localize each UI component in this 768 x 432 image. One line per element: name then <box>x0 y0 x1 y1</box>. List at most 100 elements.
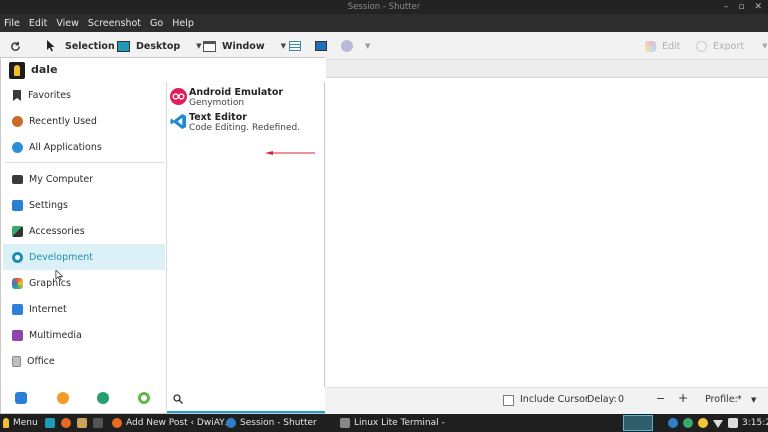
delay-value[interactable]: 0 <box>618 394 624 405</box>
selection-button[interactable]: Selection <box>46 32 115 60</box>
desktop-label: Desktop <box>136 40 181 52</box>
web-capture-button[interactable]: ▼ <box>341 32 370 60</box>
app-android-emulator[interactable]: Android Emulator Genymotion <box>167 85 325 109</box>
mouse-pointer-icon <box>55 270 63 281</box>
shutter-tray-icon[interactable] <box>683 418 693 428</box>
category-development[interactable]: Development <box>3 244 165 270</box>
clock[interactable]: 3:15:29 <box>742 414 768 432</box>
category-multimedia[interactable]: Multimedia <box>3 322 165 348</box>
minimize-button[interactable]: – <box>724 0 729 14</box>
taskbar: Menu Add New Post ‹ DwiAY… Session - Shu… <box>0 414 768 432</box>
category-label: Internet <box>29 303 67 315</box>
delay-label: Delay: <box>587 394 617 405</box>
taskbar-menu-label: Menu <box>13 418 38 428</box>
include-cursor-checkbox[interactable] <box>503 395 514 406</box>
category-accessories[interactable]: Accessories <box>3 218 165 244</box>
export-dropdown-icon[interactable]: ▼ <box>762 42 767 50</box>
category-graphics[interactable]: Graphics <box>3 270 165 296</box>
refresh-icon <box>11 41 20 51</box>
window-icon <box>203 40 216 52</box>
menu-capture-button[interactable] <box>289 32 301 60</box>
category-label: Graphics <box>29 277 71 289</box>
updates-icon[interactable] <box>668 418 678 428</box>
category-recently-used[interactable]: Recently Used <box>3 108 165 134</box>
category-label: Development <box>29 251 93 263</box>
category-office[interactable]: Office <box>3 348 165 374</box>
search-box <box>167 387 325 413</box>
category-my-computer[interactable]: My Computer <box>3 166 165 192</box>
graphics-icon <box>12 277 23 289</box>
category-label: My Computer <box>29 173 94 185</box>
system-tray <box>668 414 738 432</box>
web-capture-dropdown-icon[interactable]: ▼ <box>365 42 370 50</box>
maximize-button[interactable]: ▫ <box>738 0 744 14</box>
toolbar: Selection Desktop ▼ Window ▼ ▼ Edit Expo… <box>0 32 768 60</box>
menu-edit[interactable]: Edit <box>29 18 47 29</box>
firefox-icon[interactable] <box>61 418 71 428</box>
vscode-icon <box>170 113 187 130</box>
taskbar-task-shutter[interactable]: Session - Shutter <box>226 414 317 432</box>
tooltip-capture-button[interactable] <box>315 32 327 60</box>
menu-go[interactable]: Go <box>150 18 163 29</box>
app-description: Genymotion <box>189 98 245 108</box>
avatar[interactable] <box>9 62 25 79</box>
username: dale <box>31 63 58 76</box>
user-switch-icon[interactable] <box>97 392 109 404</box>
office-icon <box>12 355 21 367</box>
terminal-launcher-icon[interactable] <box>93 418 103 428</box>
desktop-dropdown-icon[interactable]: ▼ <box>196 42 201 50</box>
app-text-editor[interactable]: Text Editor Code Editing. Redefined. <box>167 110 325 134</box>
workspace-switcher[interactable] <box>623 415 653 431</box>
task-label: Linux Lite Terminal - <box>354 418 445 428</box>
edit-button[interactable]: Edit <box>645 32 680 60</box>
monitor-icon <box>12 174 23 184</box>
menu-file[interactable]: File <box>4 18 20 29</box>
file-manager-icon[interactable] <box>77 418 87 428</box>
wifi-icon[interactable] <box>713 420 723 428</box>
clock-time: 3:15:29 <box>742 418 768 428</box>
search-input[interactable] <box>187 391 317 409</box>
menu-view[interactable]: View <box>56 18 79 29</box>
taskbar-task-terminal[interactable]: Linux Lite Terminal - <box>340 414 445 432</box>
close-button[interactable]: ✕ <box>754 0 762 14</box>
app-description: Code Editing. Redefined. <box>189 123 301 133</box>
category-internet[interactable]: Internet <box>3 296 165 322</box>
export-icon <box>696 40 707 52</box>
menu-help[interactable]: Help <box>172 18 194 29</box>
desktop-icon <box>117 40 130 52</box>
window-button[interactable]: Window ▼ <box>203 32 286 60</box>
taskbar-task-firefox[interactable]: Add New Post ‹ DwiAY… <box>112 414 234 432</box>
network-icon[interactable] <box>698 418 708 428</box>
lock-screen-icon[interactable] <box>57 392 69 404</box>
taskbar-menu-button[interactable]: Menu <box>3 414 38 432</box>
category-settings[interactable]: Settings <box>3 192 165 218</box>
window-dropdown-icon[interactable]: ▼ <box>281 42 286 50</box>
firefox-icon <box>112 418 122 428</box>
profile-value[interactable]: * <box>737 394 742 405</box>
refresh-button[interactable] <box>10 32 21 60</box>
multimedia-icon <box>12 329 23 341</box>
settings-icon <box>12 199 23 211</box>
category-separator <box>5 162 165 163</box>
category-label: Settings <box>29 199 68 211</box>
category-label: Multimedia <box>29 329 82 341</box>
delay-increment-button[interactable]: + <box>678 391 688 405</box>
category-favorites[interactable]: Favorites <box>3 82 165 108</box>
show-desktop-icon[interactable] <box>45 418 55 428</box>
web-capture-icon <box>341 40 353 52</box>
volume-icon[interactable] <box>728 418 738 428</box>
export-button[interactable]: Export ▼ <box>696 32 768 60</box>
search-icon <box>173 394 183 404</box>
window-title: Session - Shutter <box>347 2 421 12</box>
desktop-button[interactable]: Desktop ▼ <box>117 32 202 60</box>
logout-icon[interactable] <box>138 392 150 404</box>
bookmark-icon <box>13 89 21 101</box>
category-all-applications[interactable]: All Applications <box>3 134 165 160</box>
include-cursor-label: Include Cursor <box>520 394 589 405</box>
settings-manager-icon[interactable] <box>15 392 27 404</box>
app-name: Android Emulator <box>189 87 284 98</box>
delay-decrement-button[interactable]: − <box>656 392 665 405</box>
profile-dropdown-icon[interactable]: ▼ <box>751 396 756 404</box>
export-label: Export <box>713 40 745 52</box>
menu-screenshot[interactable]: Screenshot <box>88 18 141 29</box>
